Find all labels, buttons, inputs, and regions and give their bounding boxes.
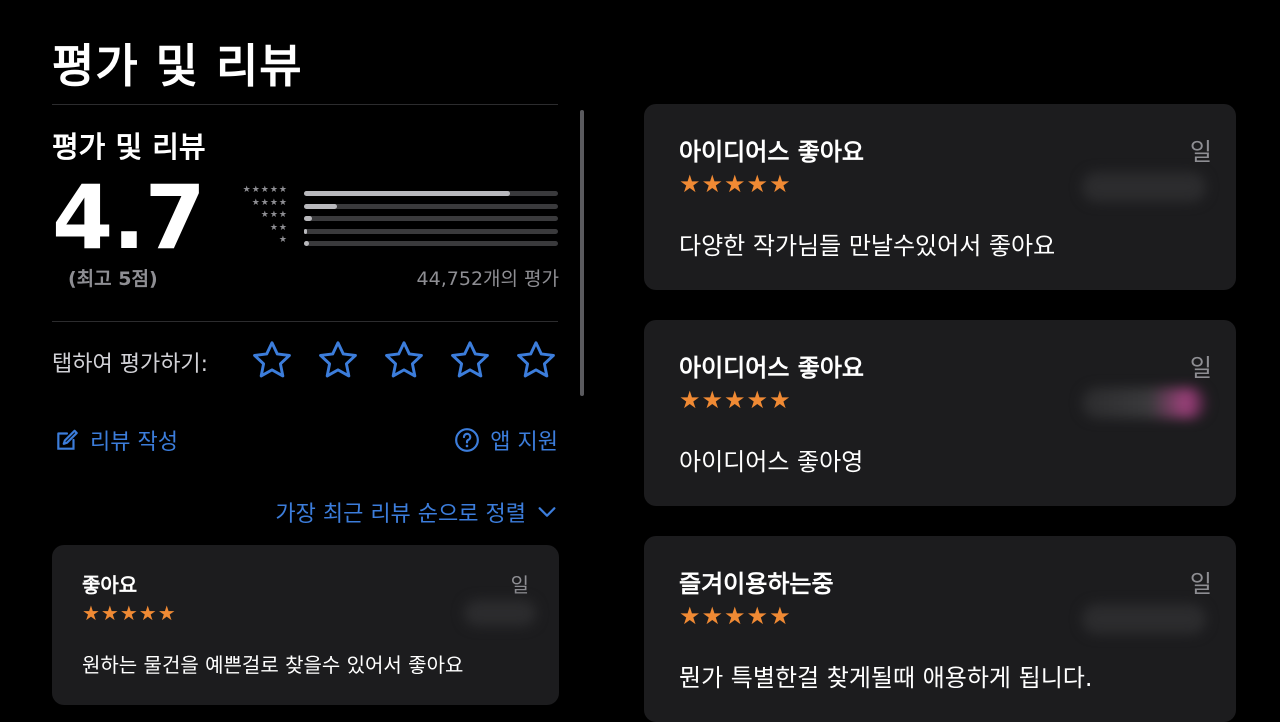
review-stars: ★★★★★	[679, 170, 792, 198]
star-outline-icon[interactable]	[382, 338, 426, 382]
review-card[interactable]: 좋아요 일 ★★★★★ 원하는 물건을 예쁜걸로 찾을수 있어서 좋아요	[52, 545, 559, 705]
sort-label: 가장 최근 리뷰 순으로 정렬	[275, 502, 526, 527]
review-body: 원하는 물건을 예쁜걸로 찾을수 있어서 좋아요	[82, 653, 464, 677]
review-stars: ★★★★★	[679, 386, 792, 414]
star-outline-icon[interactable]	[514, 338, 558, 382]
histogram-stars: ★★★	[260, 210, 288, 220]
review-card[interactable]: 즐겨이용하는중 일 ★★★★★ 뭔가 특별한걸 찾게될때 애용하게 됩니다.	[644, 536, 1236, 722]
divider	[52, 104, 558, 105]
review-title: 아이디어스 좋아요	[679, 138, 864, 166]
histogram-fill	[304, 203, 338, 209]
review-title: 즐겨이용하는중	[679, 570, 834, 598]
histogram-stars: ★★	[269, 222, 288, 233]
review-stars: ★★★★★	[82, 601, 177, 625]
star-outline-icon[interactable]	[448, 338, 492, 382]
review-body: 다양한 작가님들 만날수있어서 좋아요	[679, 232, 1056, 260]
histogram-fill	[304, 241, 310, 246]
app-support-button[interactable]: 앱 지원	[454, 424, 558, 456]
review-card[interactable]: 아이디어스 좋아요 일 ★★★★★ 아이디어스 좋아영	[644, 320, 1236, 506]
average-rating: 4.7	[52, 166, 206, 269]
tap-to-rate-label: 탭하여 평가하기:	[52, 352, 209, 377]
star-outline-icon[interactable]	[250, 338, 294, 382]
star-outline-icon[interactable]	[316, 338, 360, 382]
write-review-label: 리뷰 작성	[90, 430, 178, 455]
scrollbar[interactable]	[580, 110, 584, 396]
histogram-track	[304, 203, 558, 209]
histogram-fill	[304, 228, 307, 234]
review-title: 좋아요	[82, 573, 138, 597]
histogram-stars: ★★★★	[251, 197, 288, 208]
histogram-row: ★	[228, 235, 560, 251]
sort-button[interactable]: 가장 최근 리뷰 순으로 정렬	[275, 496, 558, 528]
question-circle-icon	[455, 428, 480, 452]
review-body: 뭔가 특별한걸 찾게될때 애용하게 됩니다.	[679, 664, 1093, 692]
ratings-section-title: 평가 및 리뷰	[52, 130, 206, 164]
histogram-track	[304, 228, 558, 234]
review-stars: ★★★★★	[679, 602, 792, 630]
app-support-label: 앱 지원	[490, 430, 558, 455]
histogram-row: ★★	[228, 222, 560, 239]
blurred-author	[1082, 604, 1206, 634]
blurred-author	[464, 600, 536, 626]
review-date: 일	[1189, 570, 1212, 598]
review-date: 일	[1189, 354, 1212, 382]
blurred-author	[1082, 172, 1206, 202]
rating-count: 44,752개의 평가	[416, 268, 559, 290]
chevron-down-icon	[538, 507, 556, 517]
tap-to-rate-stars	[250, 338, 558, 382]
blurred-author	[1082, 388, 1206, 418]
write-review-button[interactable]: 리뷰 작성	[54, 424, 178, 456]
review-card[interactable]: 아이디어스 좋아요 일 ★★★★★ 다양한 작가님들 만날수있어서 좋아요	[644, 104, 1236, 290]
compose-icon	[57, 429, 78, 450]
review-title: 아이디어스 좋아요	[679, 354, 864, 382]
histogram-track	[304, 216, 558, 221]
review-body: 아이디어스 좋아영	[679, 448, 864, 476]
review-date: 일	[1189, 138, 1212, 166]
histogram-track	[304, 241, 558, 246]
histogram-stars: ★★★★★	[242, 185, 288, 195]
histogram-fill	[304, 216, 312, 221]
histogram-fill	[304, 191, 510, 196]
rating-histogram: ★★★★★ ★★★★ ★★★ ★★ ★	[228, 185, 560, 251]
page-title: 평가 및 리뷰	[52, 39, 303, 93]
divider	[52, 321, 558, 322]
histogram-stars: ★	[278, 235, 288, 245]
histogram-track	[304, 191, 558, 196]
review-date: 일	[510, 573, 529, 597]
rating-out-of: (최고 5점)	[68, 268, 158, 290]
